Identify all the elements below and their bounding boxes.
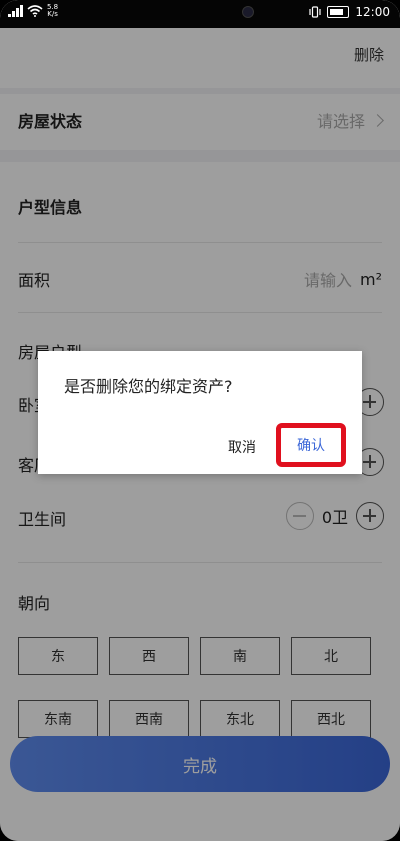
front-camera-icon [242,6,254,18]
status-right: 12:00 [309,5,390,19]
dialog-message: 是否删除您的绑定资产? [64,377,233,396]
network-speed: 5.8 K/s [47,3,59,18]
battery-icon [327,6,350,18]
wifi-icon [27,5,43,17]
dialog-cancel-button[interactable]: 取消 [228,437,256,457]
signal-icon [8,5,23,17]
app-screen: 5.8 K/s 12:00 删除 房屋状态 请选择 户型信息 面积 请输入 m²… [0,0,400,841]
status-bar: 5.8 K/s 12:00 [0,0,400,28]
confirm-delete-dialog: 是否删除您的绑定资产? 取消 确认 [38,351,362,474]
dialog-confirm-button[interactable]: 确认 [276,423,346,467]
clock: 12:00 [355,5,390,19]
vibrate-icon [309,6,322,18]
status-left: 5.8 K/s [8,4,58,18]
